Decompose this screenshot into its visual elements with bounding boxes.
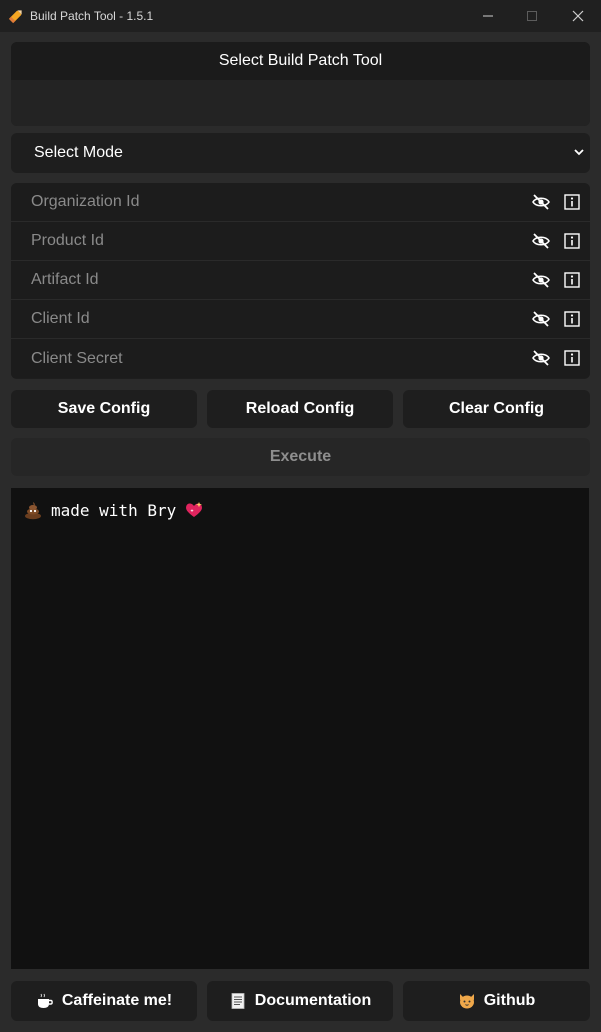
maximize-icon — [527, 11, 537, 21]
pencil-icon — [8, 10, 22, 24]
credentials-panel: Organization Id Product Id Artifact Id C… — [11, 183, 590, 379]
info-icon[interactable] — [564, 350, 580, 366]
minimize-icon — [483, 15, 493, 17]
info-icon[interactable] — [564, 233, 580, 249]
execute-button[interactable]: Execute — [11, 438, 590, 476]
poop-emoji-icon — [25, 502, 41, 520]
github-button[interactable]: Github — [403, 981, 590, 1021]
console-line: made with Bry — [23, 500, 204, 520]
eye-slash-icon[interactable] — [532, 272, 550, 288]
minimize-button[interactable] — [465, 0, 511, 32]
eye-slash-icon[interactable] — [532, 194, 550, 210]
document-icon — [231, 993, 245, 1009]
build-patch-tool-panel: Select Build Patch Tool — [11, 42, 590, 126]
cat-icon — [459, 994, 474, 1009]
organization-id-field[interactable]: Organization Id — [11, 183, 590, 222]
documentation-label: Documentation — [254, 992, 372, 1009]
client-id-field[interactable]: Client Id — [11, 300, 590, 339]
info-icon[interactable] — [564, 311, 580, 327]
artifact-id-field[interactable]: Artifact Id — [11, 261, 590, 300]
window-title: Build Patch Tool - 1.5.1 — [30, 9, 154, 23]
field-placeholder: Artifact Id — [31, 271, 99, 288]
tool-drop-area[interactable] — [11, 80, 590, 126]
client-secret-field[interactable]: Client Secret — [11, 339, 590, 378]
save-config-button[interactable]: Save Config — [11, 390, 197, 428]
reload-config-button[interactable]: Reload Config — [207, 390, 393, 428]
title-bar: Build Patch Tool - 1.5.1 — [0, 0, 601, 32]
console-message: made with Bry — [51, 500, 177, 520]
eye-slash-icon[interactable] — [532, 350, 550, 366]
mode-select[interactable]: Select Mode — [11, 133, 590, 173]
chevron-down-icon — [574, 149, 584, 156]
documentation-button[interactable]: Documentation — [207, 981, 393, 1021]
tool-panel-header: Select Build Patch Tool — [11, 42, 590, 80]
field-placeholder: Organization Id — [31, 193, 140, 210]
clear-config-button[interactable]: Clear Config — [403, 390, 590, 428]
field-placeholder: Product Id — [31, 232, 104, 249]
product-id-field[interactable]: Product Id — [11, 222, 590, 261]
caffeinate-button[interactable]: Caffeinate me! — [11, 981, 197, 1021]
close-button[interactable] — [555, 0, 601, 32]
eye-slash-icon[interactable] — [532, 233, 550, 249]
close-icon — [572, 10, 584, 22]
info-icon[interactable] — [564, 272, 580, 288]
maximize-button[interactable] — [509, 0, 555, 32]
github-label: Github — [483, 992, 536, 1009]
field-placeholder: Client Id — [31, 310, 90, 327]
coffee-icon — [37, 993, 53, 1008]
console-output[interactable]: made with Bry — [11, 488, 589, 969]
info-icon[interactable] — [564, 194, 580, 210]
eye-slash-icon[interactable] — [532, 311, 550, 327]
mode-select-value: Select Mode — [34, 144, 123, 161]
sparkling-heart-icon — [186, 502, 203, 517]
caffeinate-label: Caffeinate me! — [61, 992, 173, 1009]
field-placeholder: Client Secret — [31, 349, 123, 367]
